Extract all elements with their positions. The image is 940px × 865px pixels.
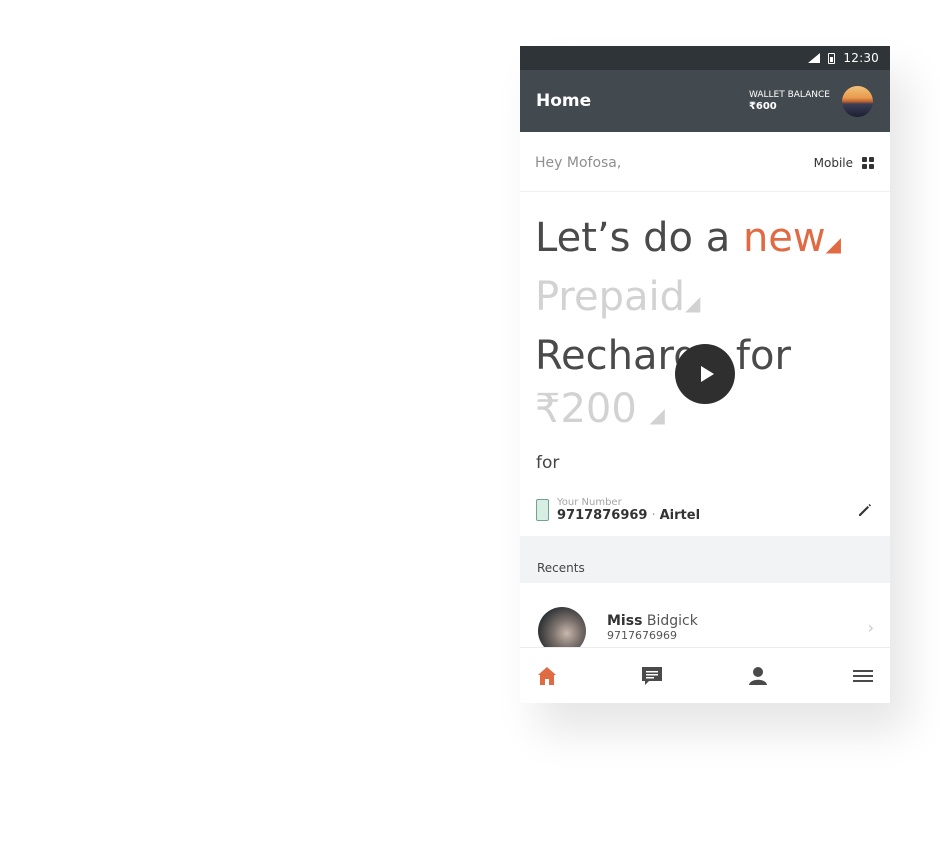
contact-surname: Bidgick [646,613,698,629]
chevron-right-icon: › [867,618,874,637]
hero-section: Let’s do a new◢ Prepaid◢ Recharge for ₹2… [520,192,890,473]
recents-header: Recents [520,536,890,583]
grid-icon [862,156,874,169]
amount-value: ₹200 [535,386,637,432]
contact-text: Miss Bidgick 9717676969 [607,613,868,642]
plan-type: Prepaid [535,274,685,320]
status-time: 12:30 [843,51,879,65]
hero-prefix: Let’s do a [535,215,731,261]
hero-line-2[interactable]: Prepaid◢ [535,271,875,330]
app-bar: Home WALLET BALANCE ₹600 [520,70,890,132]
greeting-text: Hey Mofosa, [535,154,622,171]
menu-icon [852,669,873,682]
caret-icon: ◢ [825,232,842,256]
bottom-nav [520,647,890,703]
recents-title: Recents [537,561,585,575]
avatar[interactable] [842,85,873,117]
signal-icon [808,53,821,63]
number-block: Your Number 9717876969 · Airtel [557,497,856,523]
mode-selector[interactable]: Mobile [814,156,874,170]
for-label: for [536,453,560,473]
hero-accent-word[interactable]: new [743,215,826,261]
caret-icon: ◢ [649,403,665,427]
home-icon [538,666,556,685]
page-title: Home [536,91,592,111]
nav-messages[interactable] [641,665,663,687]
number-value: 9717876969 [557,508,648,523]
number-row[interactable]: Your Number 9717876969 · Airtel [520,486,890,534]
number-value-line: 9717876969 · Airtel [557,508,856,523]
phone-icon [536,499,549,521]
play-button[interactable] [675,344,735,404]
chat-icon [642,666,663,685]
status-bar: 12:30 [520,46,890,70]
greeting-row: Hey Mofosa, Mobile [520,134,890,192]
contact-number: 9717676969 [607,629,677,642]
separator: · [651,508,656,523]
phone-frame: 12:30 Home WALLET BALANCE ₹600 Hey Mofos… [520,46,890,703]
wallet-balance[interactable]: WALLET BALANCE ₹600 [749,85,873,117]
battery-icon [828,52,836,64]
wallet-text: WALLET BALANCE ₹600 [749,90,830,112]
wallet-amount: ₹600 [748,101,777,112]
nav-menu[interactable] [852,665,874,687]
mode-label: Mobile [813,155,853,170]
contact-name: Miss Bidgick [607,613,868,629]
wallet-label: WALLET BALANCE [748,90,830,100]
play-icon [700,366,714,382]
operator-name: Airtel [659,508,701,523]
hero-line-1: Let’s do a new◢ [535,212,875,271]
pencil-icon[interactable] [856,501,874,519]
profile-icon [748,666,767,685]
list-item[interactable]: Miss Bidgick 9717676969 › [520,604,890,655]
nav-profile[interactable] [747,665,769,687]
contact-title: Miss [607,613,643,629]
nav-home[interactable] [536,665,558,687]
number-label: Your Number [557,497,622,508]
caret-icon: ◢ [685,291,701,315]
